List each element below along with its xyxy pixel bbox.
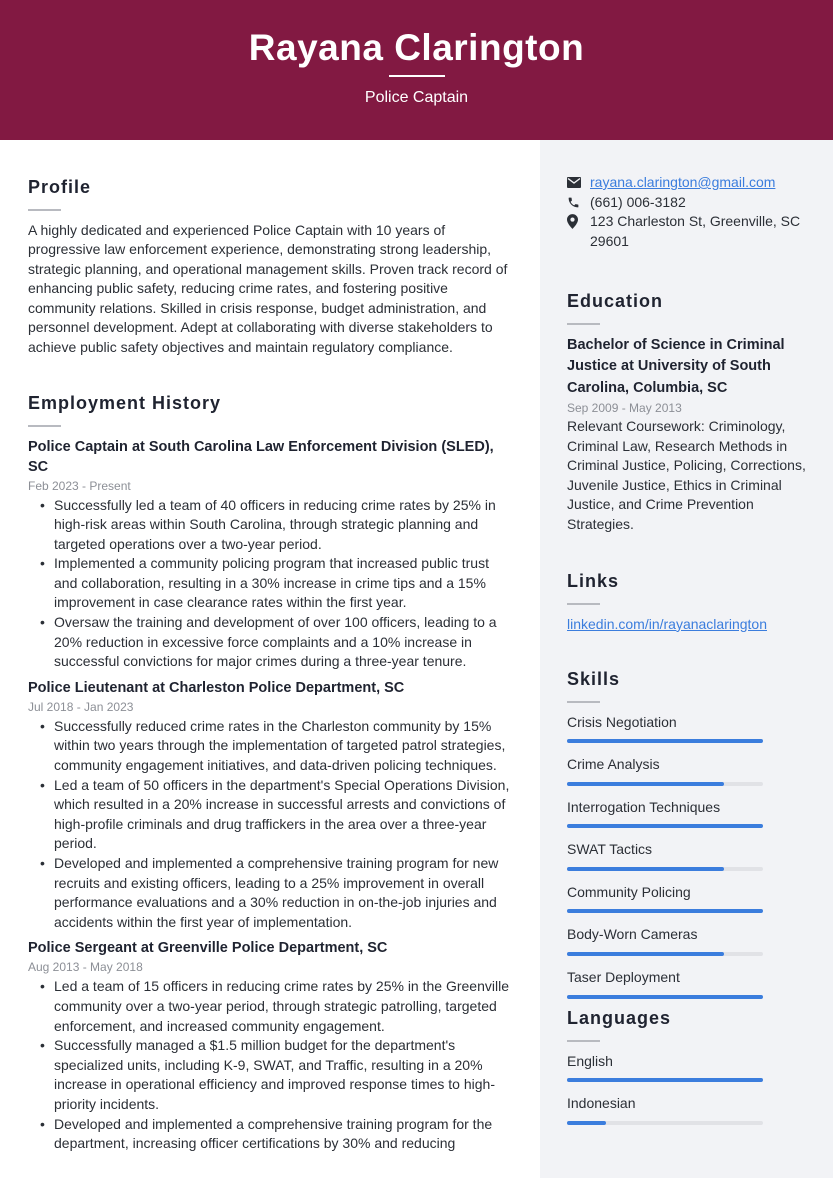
profile-section: Profile A highly dedicated and experienc… bbox=[28, 175, 510, 358]
job-bullet: Led a team of 15 officers in reducing cr… bbox=[40, 977, 510, 1036]
section-divider bbox=[567, 701, 600, 703]
email-link[interactable]: rayana.clarington@gmail.com bbox=[590, 173, 775, 193]
skill-item: Crisis Negotiation bbox=[567, 713, 812, 744]
address: 123 Charleston St, Greenville, SC 29601 bbox=[590, 213, 801, 249]
language-item-level-fill bbox=[567, 1078, 763, 1083]
skill-item-level-bar bbox=[567, 739, 763, 744]
job-title: Police Captain at South Carolina Law Enf… bbox=[28, 438, 494, 475]
skill-item-name: SWAT Tactics bbox=[567, 841, 653, 858]
language-item-name: English bbox=[567, 1052, 613, 1069]
skill-item-level-fill bbox=[567, 824, 763, 829]
education-description: Relevant Coursework: Criminology, Crimin… bbox=[567, 418, 806, 532]
language-item-level-bar bbox=[567, 1078, 763, 1083]
skill-item-level-bar bbox=[567, 909, 763, 914]
language-item: Indonesian bbox=[567, 1094, 812, 1125]
phone-icon bbox=[567, 193, 590, 213]
profile-summary: A highly dedicated and experienced Polic… bbox=[28, 221, 508, 356]
map-pin-icon bbox=[567, 212, 590, 232]
skill-item-name: Crisis Negotiation bbox=[567, 713, 677, 730]
section-divider bbox=[567, 1040, 600, 1042]
skill-item-level-fill bbox=[567, 866, 724, 871]
contact-info: rayana.clarington@gmail.com (661) 006-31… bbox=[567, 173, 807, 251]
links-section: Links linkedin.com/in/rayanaclarington bbox=[567, 569, 812, 634]
skill-item: SWAT Tactics bbox=[567, 840, 812, 871]
skill-item-name: Crime Analysis bbox=[567, 756, 660, 773]
employment-section: Employment History Police Captain at Sou… bbox=[28, 391, 510, 1160]
skill-item-name: Taser Deployment bbox=[567, 969, 680, 986]
employment-heading: Employment History bbox=[28, 393, 222, 413]
job-bullets: Successfully led a team of 40 officers i… bbox=[28, 496, 510, 672]
skill-item-level-fill bbox=[567, 781, 724, 786]
candidate-title: Police Captain bbox=[364, 89, 469, 106]
job-bullet: Implemented a community policing program… bbox=[40, 554, 510, 613]
skill-item-level-bar bbox=[567, 781, 763, 786]
job-bullet: Developed and implemented a comprehensiv… bbox=[40, 854, 510, 932]
skill-item-level-fill bbox=[567, 952, 724, 957]
job-dates: Feb 2023 - Present bbox=[28, 478, 131, 493]
job-title: Police Lieutenant at Charleston Police D… bbox=[28, 679, 405, 696]
job-bullet: Developed and implemented a comprehensiv… bbox=[40, 1115, 510, 1154]
degree-title: Bachelor of Science in Criminal Justice … bbox=[567, 336, 785, 396]
skill-item: Taser Deployment bbox=[567, 968, 812, 999]
skills-section: Skills Crisis Negotiation Crime Analysis I… bbox=[567, 667, 812, 1011]
job-entry: Police Captain at South Carolina Law Enf… bbox=[28, 437, 510, 672]
section-divider bbox=[567, 603, 600, 605]
job-entry: Police Sergeant at Greenville Police Dep… bbox=[28, 938, 510, 1153]
skill-item-level-fill bbox=[567, 994, 763, 999]
job-bullet: Successfully led a team of 40 officers i… bbox=[40, 496, 510, 555]
candidate-name: Rayana Clarington bbox=[248, 27, 585, 68]
linkedin-link[interactable]: linkedin.com/in/rayanaclarington bbox=[567, 616, 767, 632]
language-item-name: Indonesian bbox=[567, 1095, 636, 1112]
skill-item-level-fill bbox=[567, 739, 763, 744]
skill-item-level-fill bbox=[567, 909, 763, 914]
skill-item-level-bar bbox=[567, 994, 763, 999]
skill-item: Body-Worn Cameras bbox=[567, 925, 812, 957]
phone-number: (661) 006-3182 bbox=[590, 193, 686, 210]
profile-heading: Profile bbox=[28, 177, 92, 197]
skill-item: Community Policing bbox=[567, 883, 812, 914]
languages-heading: Languages bbox=[567, 1008, 672, 1028]
section-divider bbox=[567, 323, 600, 325]
section-divider bbox=[28, 209, 61, 211]
header-divider bbox=[389, 75, 445, 77]
resume-header: Rayana Clarington Police Captain bbox=[0, 0, 833, 140]
language-item-level-fill bbox=[567, 1120, 607, 1125]
skill-item: Interrogation Techniques bbox=[567, 798, 812, 829]
job-bullet: Successfully reduced crime rates in the … bbox=[40, 717, 510, 776]
job-dates: Jul 2018 - Jan 2023 bbox=[28, 699, 134, 714]
skill-item-level-bar bbox=[567, 952, 763, 957]
education-section: Education Bachelor of Science in Crimina… bbox=[567, 289, 812, 535]
contact-address: 123 Charleston St, Greenville, SC 29601 bbox=[567, 212, 807, 251]
job-bullet: Oversaw the training and development of … bbox=[40, 613, 510, 672]
skills-list: Crisis Negotiation Crime Analysis Interrog… bbox=[567, 713, 812, 999]
envelope-icon bbox=[567, 173, 590, 193]
languages-list: English Indonesian bbox=[567, 1052, 812, 1125]
language-item: English bbox=[567, 1052, 812, 1083]
contact-email: rayana.clarington@gmail.com bbox=[567, 173, 807, 193]
education-dates: Sep 2009 - May 2013 bbox=[567, 401, 682, 415]
skill-item-level-bar bbox=[567, 866, 763, 871]
education-heading: Education bbox=[567, 291, 664, 311]
section-divider bbox=[28, 425, 61, 427]
skill-item-name: Community Policing bbox=[567, 883, 691, 900]
job-bullets: Led a team of 15 officers in reducing cr… bbox=[28, 977, 510, 1153]
job-entry: Police Lieutenant at Charleston Police D… bbox=[28, 678, 510, 933]
skill-item: Crime Analysis bbox=[567, 755, 812, 786]
skill-item-level-bar bbox=[567, 824, 763, 829]
job-title: Police Sergeant at Greenville Police Dep… bbox=[28, 940, 388, 957]
job-bullets: Successfully reduced crime rates in the … bbox=[28, 717, 510, 933]
skill-item-name: Body-Worn Cameras bbox=[567, 926, 698, 943]
contact-phone: (661) 006-3182 bbox=[567, 193, 807, 213]
job-bullet: Successfully managed a $1.5 million budg… bbox=[40, 1036, 510, 1114]
language-item-level-bar bbox=[567, 1120, 763, 1125]
links-heading: Links bbox=[567, 571, 620, 591]
skills-heading: Skills bbox=[567, 669, 621, 689]
languages-section: Languages English Indonesian bbox=[567, 1006, 812, 1137]
job-dates: Aug 2013 - May 2018 bbox=[28, 960, 143, 975]
job-bullet: Led a team of 50 officers in the departm… bbox=[40, 776, 510, 854]
skill-item-name: Interrogation Techniques bbox=[567, 798, 721, 815]
